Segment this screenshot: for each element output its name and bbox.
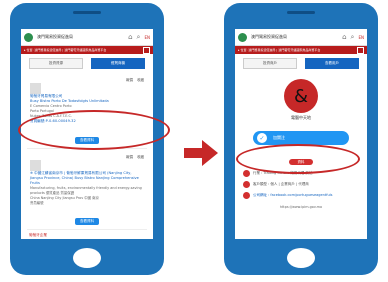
company-thumbnail (30, 160, 41, 171)
info-text: 客戶類型 : 個人 | 企業商戶 | 代理商 (253, 182, 309, 186)
breadcrumb-text: ▸ 位置: 澳門貿易投資促進局 | 澳門葡萄牙語國家產品商貿平台 (24, 48, 107, 52)
breadcrumb: ▸ 位置: 澳門貿易投資促進局 | 澳門葡萄牙語國家產品商貿平台 (21, 46, 153, 54)
home-icon[interactable]: ⌂ (342, 33, 346, 41)
card-actions: 報價 收藏 (30, 155, 144, 160)
info-row: 客戶類型 : 個人 | 企業商戶 | 代理商 (235, 179, 367, 190)
quote-link[interactable]: 報價 (126, 155, 133, 160)
favorite-link[interactable]: 收藏 (137, 155, 144, 160)
top-bar: 澳門貿易投資促進局 ⌂ ⌕ EN (21, 29, 153, 46)
tab-resources[interactable]: 投資資源 (29, 58, 83, 69)
tab-users[interactable]: 查看用戶 (305, 58, 359, 69)
follow-button[interactable]: ✓ 加関注 (253, 131, 349, 145)
menu-icon[interactable] (357, 46, 364, 54)
footer-text: https://www.ipim.gov.mo (279, 205, 323, 209)
speaker (73, 11, 101, 14)
favorite-link[interactable]: 收藏 (137, 78, 144, 83)
breadcrumb-text: ▸ 位置: 澳門貿易投資促進局 | 澳門葡萄牙語國家產品商貿平台 (238, 48, 321, 52)
section-label: 葡萄牙企業 (29, 233, 47, 237)
logo-icon (238, 32, 247, 42)
tabs: 投資資源 經貿商機 (21, 54, 153, 73)
top-bar: 澳門貿易投資促進局 ⌂ ⌕ EN (235, 29, 367, 46)
speaker (287, 11, 315, 14)
company-thumbnail (30, 83, 41, 94)
info-text[interactable]: 公司網址 : facebook.com/portugueseagentfuls (253, 193, 332, 198)
info-row: 公司網址 : facebook.com/portugueseagentfuls (235, 190, 367, 201)
customer-type-icon (243, 181, 250, 188)
company-detail: Manufacturing, fruits, environmentally f… (30, 186, 142, 195)
language-switch[interactable]: EN (144, 35, 150, 40)
home-icon[interactable]: ⌂ (128, 33, 132, 41)
search-icon[interactable]: ⌕ (137, 33, 141, 42)
follow-icon: ✓ (257, 133, 267, 143)
tab-opportunities[interactable]: 經貿商機 (91, 58, 145, 69)
logo-icon (24, 32, 33, 42)
highlight-oval-right (236, 144, 360, 174)
view-details-button[interactable]: 查看資料 (75, 218, 99, 225)
quote-link[interactable]: 報價 (126, 78, 133, 83)
follow-button-label: 加関注 (273, 135, 285, 140)
arrow-right-icon (184, 140, 218, 166)
company-seal-logo: & (284, 79, 318, 113)
industry-icon (243, 170, 250, 177)
website-icon (243, 192, 250, 199)
language-switch[interactable]: EN (358, 35, 364, 40)
phone-right: 澳門貿易投資促進局 ⌂ ⌕ EN ▸ 位置: 澳門貿易投資促進局 | 澳門葡萄牙… (224, 3, 378, 275)
company-name[interactable]: ※ 中國江蘇省南京市 | 葡萄牙鮮果貿易有限公司 (Nanjing City, … (30, 171, 144, 186)
home-button[interactable] (73, 248, 101, 268)
company-detail: 會員編號 (30, 201, 44, 205)
menu-icon[interactable] (143, 46, 150, 54)
screen-right: 澳門貿易投資促進局 ⌂ ⌕ EN ▸ 位置: 澳門貿易投資促進局 | 澳門葡萄牙… (235, 29, 367, 239)
search-icon[interactable]: ⌕ (351, 33, 355, 42)
breadcrumb: ▸ 位置: 澳門貿易投資促進局 | 澳門葡萄牙語國家產品商貿平台 (235, 46, 367, 54)
site-name: 澳門貿易投資促進局 (37, 34, 73, 39)
company-name: 電腦中天地 (291, 115, 311, 120)
highlight-oval-left (18, 110, 170, 150)
list-item: 報價 收藏 ※ 中國江蘇省南京市 | 葡萄牙鮮果貿易有限公司 (Nanjing … (27, 152, 147, 230)
tabs: 投資商戶 查看用戶 (235, 54, 367, 73)
site-name: 澳門貿易投資促進局 (251, 34, 287, 39)
card-actions: 報價 收藏 (30, 78, 144, 83)
tab-merchants[interactable]: 投資商戶 (243, 58, 297, 69)
home-button[interactable] (287, 248, 315, 268)
